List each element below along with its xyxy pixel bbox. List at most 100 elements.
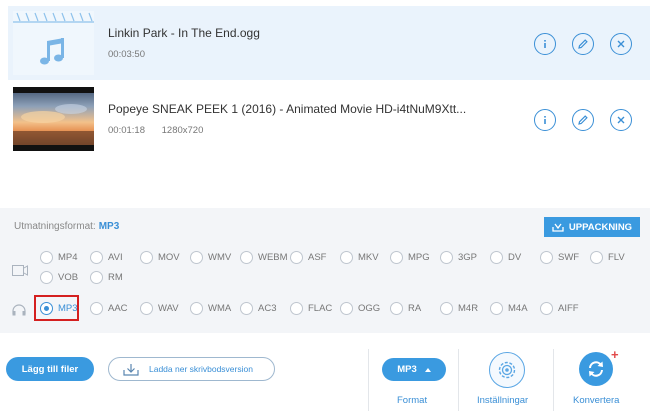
radio-button[interactable]	[340, 301, 353, 315]
video-thumbnail	[13, 87, 94, 151]
file-row-audio[interactable]: Linkin Park - In The End.ogg 00:03:50	[8, 6, 650, 80]
format-option-swf[interactable]: SWF	[540, 250, 579, 264]
radio-button[interactable]	[540, 250, 553, 264]
format-option-wmv[interactable]: WMV	[190, 250, 231, 264]
format-option-label: RM	[108, 271, 123, 283]
unpack-button[interactable]: UPPACKNING	[544, 217, 640, 237]
music-note-icon	[40, 38, 64, 65]
remove-button[interactable]	[610, 109, 632, 131]
add-files-button[interactable]: Lägg till filer	[6, 357, 94, 381]
file-row-video[interactable]: Popeye SNEAK PEEK 1 (2016) - Animated Mo…	[8, 82, 650, 156]
settings-label[interactable]: Inställningar	[477, 395, 528, 406]
selection-highlight	[34, 295, 79, 321]
radio-button[interactable]	[240, 250, 253, 264]
radio-button[interactable]	[340, 250, 353, 264]
edit-button[interactable]	[572, 33, 594, 55]
format-option-label: MP4	[58, 251, 78, 263]
info-button[interactable]	[534, 109, 556, 131]
format-option-label: AIFF	[558, 302, 579, 314]
format-option-flv[interactable]: FLV	[590, 250, 625, 264]
format-option-webm[interactable]: WEBM	[240, 250, 288, 264]
output-format-value: MP3	[98, 221, 120, 232]
format-option-mp4[interactable]: MP4	[40, 250, 78, 264]
divider	[368, 349, 369, 411]
radio-button[interactable]	[190, 301, 203, 315]
format-option-label: WEBM	[258, 251, 288, 263]
convert-button[interactable]	[579, 352, 613, 386]
radio-button[interactable]	[40, 270, 53, 284]
format-option-label: DV	[508, 251, 522, 263]
radio-button[interactable]	[190, 250, 203, 264]
radio-button[interactable]	[540, 301, 553, 315]
format-option-mov[interactable]: MOV	[140, 250, 180, 264]
info-button[interactable]	[534, 33, 556, 55]
format-option-label: FLAC	[308, 302, 333, 314]
format-option-wma[interactable]: WMA	[190, 301, 231, 315]
close-icon	[617, 116, 625, 124]
file-duration: 00:01:18	[108, 125, 145, 136]
radio-button[interactable]	[290, 250, 303, 264]
format-option-label: WMA	[208, 302, 232, 314]
video-group-icon	[12, 263, 28, 281]
settings-button[interactable]	[489, 352, 525, 388]
format-option-label: M4R	[458, 302, 479, 314]
caret-up-icon	[424, 367, 431, 372]
file-meta: 00:01:18 1280x720	[108, 125, 217, 136]
format-option-aac[interactable]: AAC	[90, 301, 128, 315]
format-label[interactable]: Format	[397, 395, 427, 406]
format-option-ac3[interactable]: AC3	[240, 301, 276, 315]
format-option-m4r[interactable]: M4R	[440, 301, 478, 315]
format-option-ra[interactable]: RA	[390, 301, 421, 315]
radio-button[interactable]	[490, 301, 503, 315]
format-option-label: WAV	[158, 302, 179, 314]
radio-button[interactable]	[140, 301, 153, 315]
format-option-label: VOB	[58, 271, 79, 283]
format-option-m4a[interactable]: M4A	[490, 301, 528, 315]
radio-button[interactable]	[90, 250, 103, 264]
format-option-vob[interactable]: VOB	[40, 270, 78, 284]
download-tray-icon	[552, 223, 564, 232]
format-option-label: SWF	[558, 251, 580, 263]
format-option-avi[interactable]: AVI	[90, 250, 123, 264]
format-option-flac[interactable]: FLAC	[290, 301, 332, 315]
radio-button[interactable]	[390, 301, 403, 315]
format-option-mpg[interactable]: MPG	[390, 250, 430, 264]
radio-button[interactable]	[90, 270, 103, 284]
format-select[interactable]: MP3	[382, 358, 446, 381]
radio-button[interactable]	[490, 250, 503, 264]
radio-button[interactable]	[290, 301, 303, 315]
pencil-icon	[578, 115, 588, 125]
format-option-dv[interactable]: DV	[490, 250, 521, 264]
edit-button[interactable]	[572, 109, 594, 131]
format-option-label: RA	[408, 302, 422, 314]
format-option-asf[interactable]: ASF	[290, 250, 326, 264]
divider	[553, 349, 554, 411]
radio-button[interactable]	[90, 301, 103, 315]
remove-button[interactable]	[610, 33, 632, 55]
file-name: Linkin Park - In The End.ogg	[108, 26, 260, 40]
format-option-3gp[interactable]: 3GP	[440, 250, 477, 264]
format-option-aiff[interactable]: AIFF	[540, 301, 579, 315]
format-option-wav[interactable]: WAV	[140, 301, 179, 315]
radio-button[interactable]	[440, 250, 453, 264]
radio-button[interactable]	[40, 250, 53, 264]
radio-button[interactable]	[590, 250, 603, 264]
download-icon	[123, 363, 139, 376]
format-option-label: FLV	[608, 251, 625, 263]
close-icon	[617, 40, 625, 48]
format-option-label: OGG	[358, 302, 381, 314]
format-option-label: WMV	[208, 251, 232, 263]
radio-button[interactable]	[240, 301, 253, 315]
format-option-mkv[interactable]: MKV	[340, 250, 379, 264]
download-desktop-button[interactable]: Ladda ner skrivbodsversion	[108, 357, 275, 381]
format-option-ogg[interactable]: OGG	[340, 301, 380, 315]
radio-button[interactable]	[140, 250, 153, 264]
info-icon	[544, 40, 546, 48]
radio-button[interactable]	[390, 250, 403, 264]
format-option-label: M4A	[508, 302, 528, 314]
file-name: Popeye SNEAK PEEK 1 (2016) - Animated Mo…	[108, 102, 467, 116]
convert-label[interactable]: Konvertera	[573, 395, 619, 406]
format-option-rm[interactable]: RM	[90, 270, 123, 284]
info-icon	[544, 116, 546, 124]
radio-button[interactable]	[440, 301, 453, 315]
